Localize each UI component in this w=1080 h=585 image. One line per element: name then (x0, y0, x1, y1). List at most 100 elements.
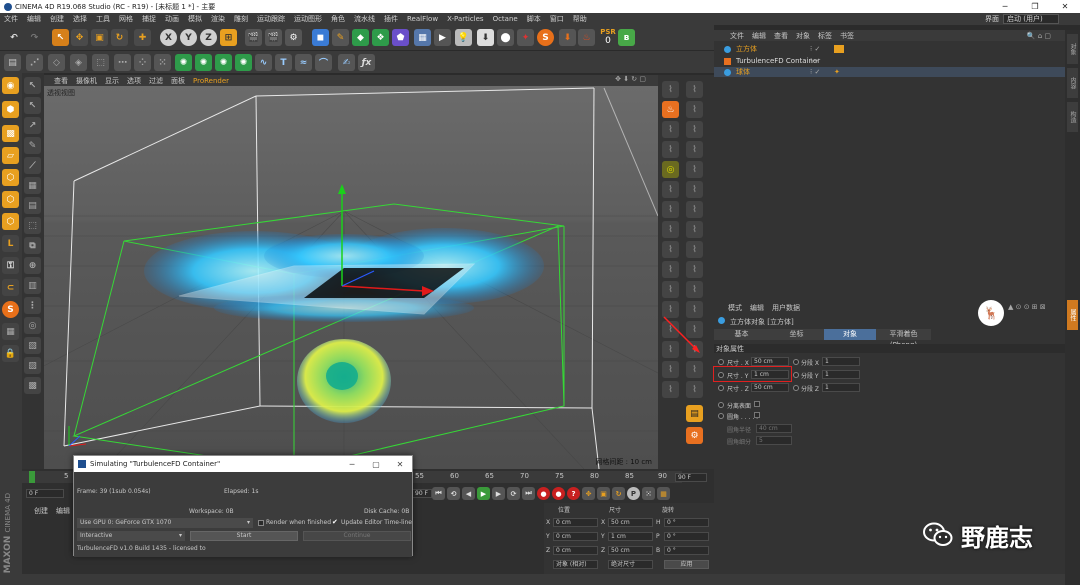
attr-tab-edit[interactable]: 编辑 (750, 303, 764, 313)
loop-forward-icon[interactable]: ⟳ (507, 487, 520, 500)
loop-tool-icon[interactable]: ◎ (24, 317, 41, 334)
menu-plugins[interactable]: 插件 (384, 14, 398, 24)
deformer-squash-icon[interactable]: ⌇ (686, 281, 703, 298)
next-frame-icon[interactable]: ▶ (492, 487, 505, 500)
attr-nav-icons[interactable]: ▲ ⊙ ⊙ ⊞ ⊠ (1008, 303, 1046, 311)
spline-points-icon[interactable]: ⁘ (134, 54, 151, 71)
go-end-icon[interactable]: ⏭ (522, 487, 535, 500)
iron-tool-icon[interactable]: ▥ (24, 277, 41, 294)
om-tab-view[interactable]: 查看 (774, 31, 788, 41)
param-key-icon[interactable]: P (627, 487, 640, 500)
size-x-coord-field[interactable]: 50 cm (608, 518, 653, 527)
deformer-taper-icon[interactable]: ⌇ (686, 121, 703, 138)
vp-menu-options[interactable]: 选项 (127, 76, 141, 86)
psr-indicator[interactable]: PSR 0 (598, 28, 618, 48)
om-tab-bookmarks[interactable]: 书签 (840, 31, 854, 41)
loop-icon[interactable]: ⟲ (447, 487, 460, 500)
om-tab-edit[interactable]: 编辑 (752, 31, 766, 41)
menu-render[interactable]: 渲染 (211, 14, 225, 24)
menu-animate[interactable]: 动画 (165, 14, 179, 24)
axis-tool-icon[interactable]: L (2, 235, 19, 252)
om-tab-object[interactable]: 对象 (796, 31, 810, 41)
fillet-radius-field[interactable]: 40 cm (756, 424, 792, 433)
size-z-coord-field[interactable]: 50 cm (608, 546, 653, 555)
object-row-sphere[interactable]: 球体 ⁝ ✓ ✦ (714, 67, 1065, 77)
object-row-tfd-container[interactable]: TurbulenceFD Container ⁝ ✓ (714, 56, 1065, 66)
dialog-maximize-button[interactable]: ▢ (364, 456, 388, 472)
deformer-surface-icon[interactable]: ⌇ (686, 261, 703, 278)
gear-green-icon-4[interactable]: ✺ (235, 54, 252, 71)
brush-tool-icon[interactable]: ✎ (24, 137, 41, 154)
mat-tab-edit[interactable]: 编辑 (56, 506, 70, 516)
deformer-bulge-icon[interactable]: ⌇ (686, 101, 703, 118)
redo-icon[interactable]: ↷ (26, 29, 43, 46)
seg-y-field[interactable]: 1 (822, 370, 860, 379)
deformer-wrap-icon[interactable]: ⌇ (686, 201, 703, 218)
minimize-button[interactable]: ─ (990, 0, 1020, 13)
om-tab-file[interactable]: 文件 (730, 31, 744, 41)
deformer-smooth-icon[interactable]: ⌇ (662, 241, 679, 258)
menu-snap[interactable]: 捕捉 (142, 14, 156, 24)
subtab-phong[interactable]: 平滑着色(Phong) (876, 329, 931, 349)
polygons-icon[interactable]: ⬡ (2, 213, 19, 230)
slide-tool-icon[interactable]: ⋮ (24, 297, 41, 314)
dialog-minimize-button[interactable]: ─ (340, 456, 364, 472)
maximize-button[interactable]: ❐ (1020, 0, 1050, 13)
render-picture-icon[interactable]: 🎬 (265, 29, 282, 46)
extrude-tool-icon[interactable]: ▤ (24, 197, 41, 214)
spline-tool-icon[interactable]: ⋯ (114, 54, 131, 71)
menu-motion-tracking[interactable]: 运动跟踪 (257, 14, 285, 24)
deformer-pose-icon[interactable]: ⌇ (662, 281, 679, 298)
weld-tool-icon[interactable]: ⊕ (24, 257, 41, 274)
cube-icon[interactable]: ◼ (312, 29, 329, 46)
scale-key-icon[interactable]: ▣ (597, 487, 610, 500)
menu-simulate[interactable]: 模拟 (188, 14, 202, 24)
side-tab-1[interactable]: 对象 (1067, 34, 1078, 64)
vp-nav-icons[interactable]: ✥ ⬇ ↻ ▢ (615, 75, 646, 83)
texture-mode-icon[interactable]: ▩ (2, 125, 19, 142)
lock-layer-icon[interactable]: 🔒 (2, 345, 19, 362)
perspective-viewport[interactable]: 透视视图 网格间距 : 10 cm (44, 86, 658, 469)
plugin-extra-icon[interactable]: ʙ (618, 29, 635, 46)
size-y-field[interactable]: 1 cm (751, 370, 789, 379)
deformer-correction-icon[interactable]: ⌇ (686, 241, 703, 258)
points-mode-icon[interactable]: ⋰ (26, 54, 43, 71)
z-axis-icon[interactable]: Z (200, 29, 217, 46)
xparticles-icon[interactable]: ⬤ (497, 29, 514, 46)
arrow-tool-icon[interactable]: ↖ (24, 77, 41, 94)
deformer-camera-icon[interactable]: ⌇ (686, 221, 703, 238)
bridge-tool-icon[interactable]: ⧉ (24, 237, 41, 254)
object-tag-icon[interactable] (834, 45, 844, 53)
size-z-radio[interactable] (718, 385, 724, 391)
subtab-object[interactable]: 对象 (824, 329, 876, 340)
menu-mesh[interactable]: 网格 (119, 14, 133, 24)
vp-menu-view[interactable]: 查看 (54, 76, 68, 86)
separate-surfaces-radio[interactable] (718, 402, 724, 408)
seg-y-radio[interactable] (793, 372, 799, 378)
pos-x-field[interactable]: 0 cm (553, 518, 598, 527)
size-y-coord-field[interactable]: 1 cm (608, 532, 653, 541)
timeline-icon[interactable]: ▦ (657, 487, 670, 500)
uv-mode-icon[interactable]: ⬚ (92, 54, 109, 71)
deformer-wind-icon[interactable]: ⌇ (686, 141, 703, 158)
menu-realflow[interactable]: RealFlow (407, 15, 438, 23)
layout-select[interactable]: 启动 (用户) (1003, 14, 1059, 24)
attr-tab-mode[interactable]: 模式 (728, 303, 742, 313)
grid-tool-icon[interactable]: ▦ (24, 177, 41, 194)
deformer-icon[interactable]: ⬟ (392, 29, 409, 46)
deformer-shatter-icon[interactable]: ⌇ (686, 181, 703, 198)
coord-mode-select[interactable]: 对象 (相对) (553, 560, 598, 569)
deformer-wave-icon[interactable]: ⌇ (686, 161, 703, 178)
deformer-twist-icon[interactable]: ⌇ (686, 81, 703, 98)
size-x-field[interactable]: 50 cm (751, 357, 789, 366)
close-button[interactable]: ✕ (1050, 0, 1080, 13)
tfd-gear-icon[interactable]: ⚙ (686, 427, 703, 444)
mode-select[interactable]: Interactive ▾ (77, 531, 185, 541)
deformer-bevel-icon[interactable]: ⌇ (662, 361, 679, 378)
snap-icon[interactable]: S (2, 301, 19, 318)
vp-menu-filter[interactable]: 过滤 (149, 76, 163, 86)
edges-icon[interactable]: ⬡ (2, 191, 19, 208)
menu-octane[interactable]: Octane (493, 15, 518, 23)
undo-icon[interactable]: ↶ (4, 29, 24, 46)
deformer-spherify-icon[interactable]: ⌇ (686, 361, 703, 378)
